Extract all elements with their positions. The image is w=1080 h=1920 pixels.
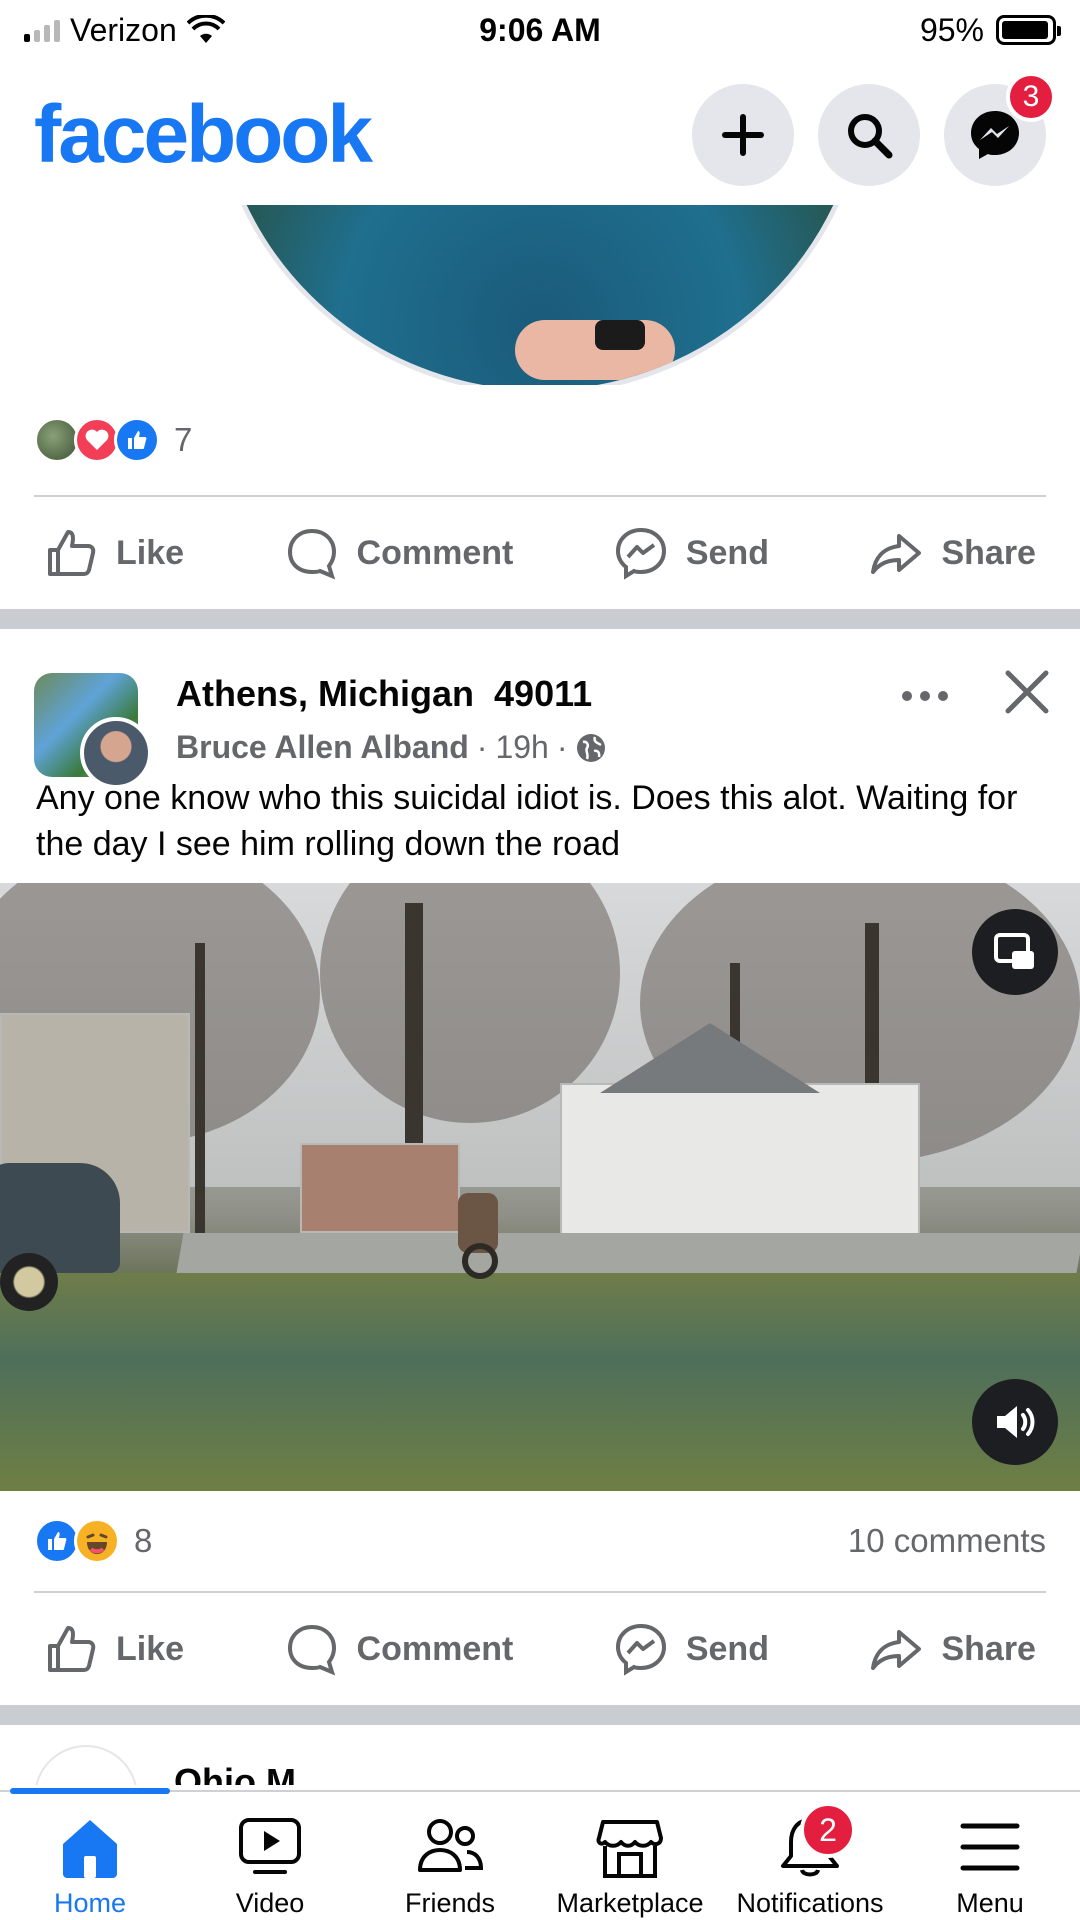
thumbs-up-icon	[48, 1626, 96, 1672]
status-right: 95%	[919, 11, 1061, 49]
picture-in-picture-button[interactable]	[972, 909, 1058, 995]
post-video[interactable]	[0, 883, 1080, 1491]
send-label: Send	[685, 533, 769, 572]
tab-home[interactable]: Home	[0, 1788, 180, 1920]
profile-picture	[210, 205, 870, 385]
bottom-tab-bar: Home Video Friends Marketplace 2 Notific…	[0, 1788, 1080, 1920]
comment-label: Comment	[356, 533, 514, 572]
share-label: Share	[941, 533, 1036, 572]
wifi-icon	[186, 15, 225, 43]
close-icon[interactable]	[1004, 669, 1050, 715]
group-name[interactable]: Athens, Michigan 49011	[176, 673, 607, 715]
create-button[interactable]	[692, 84, 794, 186]
battery-percent: 95%	[919, 11, 984, 48]
post-time[interactable]: 19h	[495, 729, 548, 766]
reaction-count: 7	[174, 421, 193, 458]
post-reaction-count: 8	[134, 1522, 153, 1559]
author-name[interactable]: Bruce Allen Alband	[176, 729, 469, 766]
next-post-group[interactable]: Ohio M...	[174, 1761, 326, 1785]
messenger-button[interactable]: 3	[944, 72, 1056, 186]
globe-icon	[577, 733, 606, 762]
post-header: Athens, Michigan 49011 Bruce Allen Alban…	[0, 629, 1080, 789]
tab-label: Marketplace	[556, 1888, 704, 1918]
thumbs-up-icon	[48, 530, 96, 576]
post-separator	[0, 1705, 1080, 1725]
like-button[interactable]: Like	[44, 1622, 184, 1676]
like-label: Like	[116, 533, 185, 572]
reactions-row[interactable]: 7	[0, 385, 1080, 495]
messenger-badge: 3	[1006, 72, 1056, 122]
tab-label: Home	[53, 1888, 127, 1918]
comment-button[interactable]: Comment	[285, 526, 514, 580]
messenger-send-icon	[615, 527, 666, 580]
tab-menu[interactable]: Menu	[900, 1792, 1080, 1920]
like-label: Like	[116, 1629, 185, 1668]
comment-icon	[287, 1624, 336, 1676]
post-controls	[902, 669, 1050, 715]
marketplace-icon	[596, 1820, 663, 1878]
reaction-summary[interactable]: 7	[34, 417, 192, 463]
share-arrow-icon	[871, 534, 922, 574]
tab-label: Friends	[404, 1888, 496, 1918]
carrier-name: Verizon	[70, 11, 177, 48]
friends-icon	[418, 1819, 484, 1872]
active-tab-indicator	[10, 1788, 170, 1794]
post-meta: Athens, Michigan 49011 Bruce Allen Alban…	[176, 673, 607, 767]
post-reaction-summary[interactable]: 8	[34, 1518, 152, 1564]
tab-video[interactable]: Video	[180, 1792, 360, 1920]
battery-icon	[996, 15, 1061, 45]
plus-icon	[722, 114, 764, 156]
volume-button[interactable]	[972, 1379, 1058, 1465]
dot-separator: ·	[476, 729, 488, 765]
header-actions: 3	[692, 72, 1056, 186]
send-button[interactable]: Send	[614, 1622, 769, 1676]
tab-friends[interactable]: Friends	[360, 1792, 540, 1920]
speaker-icon	[997, 1406, 1035, 1438]
share-label: Share	[941, 1629, 1036, 1668]
hamburger-menu-icon	[960, 1823, 1020, 1871]
haha-reaction-icon	[74, 1518, 120, 1564]
send-label: Send	[685, 1629, 769, 1668]
home-icon	[63, 1820, 117, 1878]
search-icon	[848, 114, 893, 159]
post-reactions-row: 8 10 comments	[0, 1491, 1080, 1591]
post-actions: Like Comment Send Share	[0, 497, 1080, 609]
share-button[interactable]: Share	[869, 1622, 1036, 1676]
video-icon	[239, 1818, 301, 1874]
post-actions: Like Comment Send Share	[0, 1593, 1080, 1705]
profile-picture-post[interactable]	[0, 205, 1080, 385]
comment-label: Comment	[356, 1629, 514, 1668]
pip-icon	[994, 933, 1034, 969]
dot-separator: ·	[556, 729, 568, 765]
post-subline: Bruce Allen Alband · 19h ·	[176, 729, 607, 766]
comments-count[interactable]: 10 comments	[848, 1522, 1046, 1560]
send-button[interactable]: Send	[614, 526, 769, 580]
status-left: Verizon	[24, 12, 225, 49]
share-button[interactable]: Share	[869, 526, 1036, 580]
facebook-logo[interactable]: facebook	[34, 88, 373, 182]
share-arrow-icon	[871, 1630, 922, 1670]
more-options-icon[interactable]	[902, 691, 948, 701]
group-avatar[interactable]	[34, 673, 152, 789]
like-button[interactable]: Like	[44, 526, 184, 580]
app-header: facebook 3	[0, 70, 1080, 200]
search-button[interactable]	[818, 84, 920, 186]
post-separator	[0, 609, 1080, 629]
news-feed: 7 Like Comment Send Share Athens, Michig…	[0, 205, 1080, 1785]
tab-label: Notifications	[736, 1888, 884, 1918]
next-post-peek: Ohio M...	[0, 1725, 1080, 1785]
tab-label: Video	[235, 1888, 305, 1918]
comment-button[interactable]: Comment	[285, 1622, 514, 1676]
author-avatar[interactable]	[80, 717, 152, 789]
tab-label: Menu	[956, 1888, 1024, 1918]
comment-icon	[287, 528, 336, 580]
messenger-send-icon	[615, 1623, 666, 1676]
post-text: Any one know who this suicidal idiot is.…	[36, 779, 1018, 863]
tab-marketplace[interactable]: Marketplace	[540, 1792, 720, 1920]
like-reaction-icon	[114, 417, 160, 463]
signal-icon	[24, 18, 60, 42]
status-bar: Verizon 9:06 AM 95%	[0, 0, 1080, 60]
tab-notifications[interactable]: 2 Notifications	[720, 1792, 900, 1920]
notifications-badge: 2	[800, 1802, 856, 1858]
